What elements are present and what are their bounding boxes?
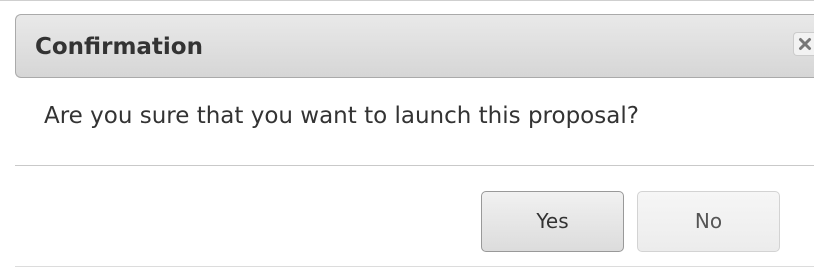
dialog-message: Are you sure that you want to launch thi… <box>44 103 639 129</box>
no-button[interactable]: No <box>637 191 780 252</box>
close-button[interactable] <box>793 32 814 56</box>
button-pane-divider <box>15 165 814 166</box>
close-icon <box>799 38 811 50</box>
yes-button[interactable]: Yes <box>481 191 624 252</box>
confirmation-dialog: Confirmation Are you sure that you want … <box>0 0 814 273</box>
dialog-title: Confirmation <box>35 34 203 60</box>
dialog-titlebar[interactable]: Confirmation <box>15 14 814 78</box>
dialog-bottom-edge <box>15 266 814 267</box>
dialog-top-edge <box>0 0 814 4</box>
